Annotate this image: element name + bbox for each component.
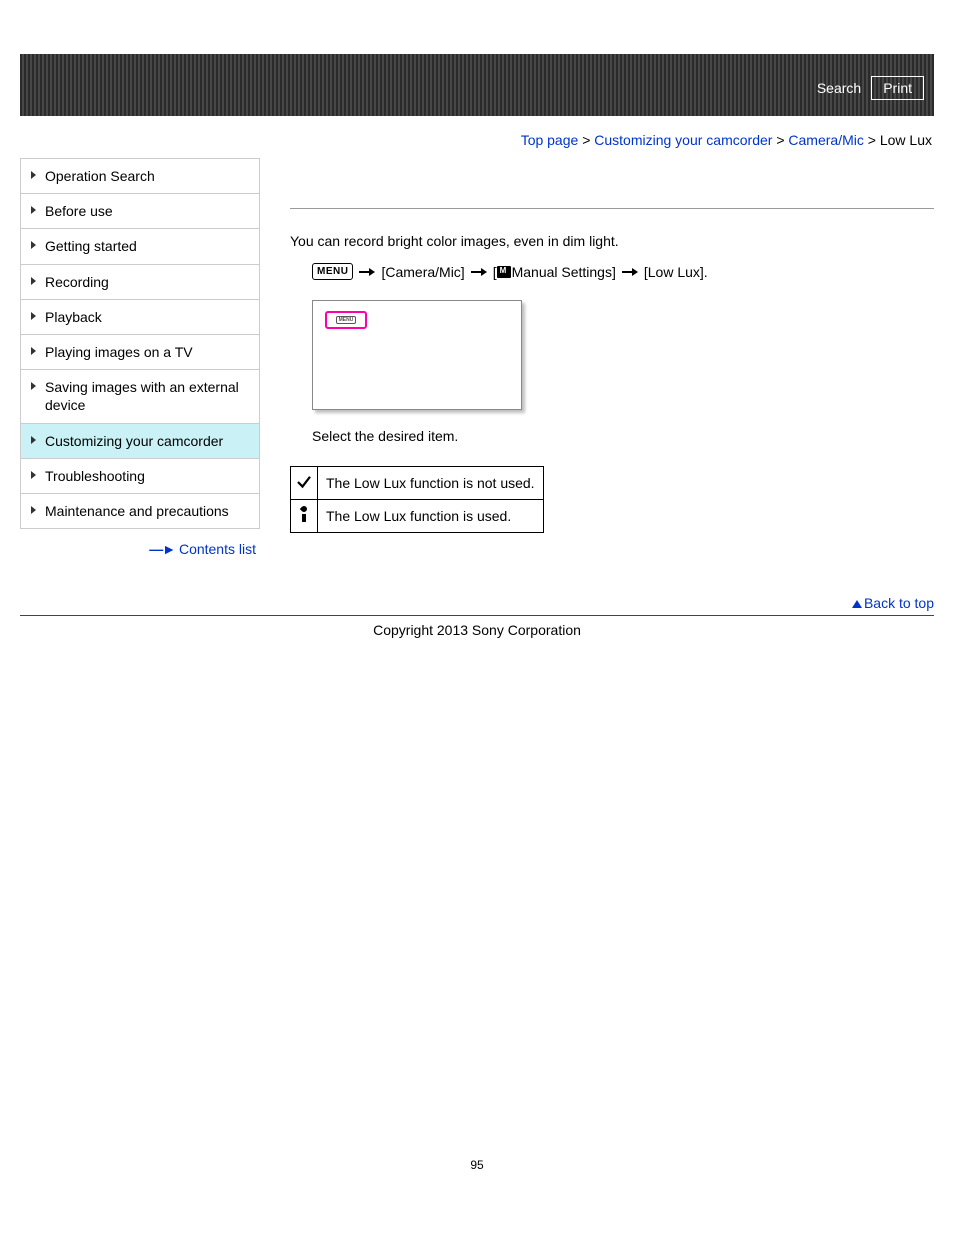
check-icon xyxy=(295,473,313,491)
page-number: 95 xyxy=(0,1158,954,1172)
sidebar-item-label: Customizing your camcorder xyxy=(45,433,223,449)
sidebar-item-label: Operation Search xyxy=(45,168,155,184)
arrow-right-icon: —► xyxy=(149,541,175,557)
highlighted-menu-icon: MENU xyxy=(325,311,367,329)
divider xyxy=(20,615,934,616)
breadcrumb-item[interactable]: Camera/Mic xyxy=(788,132,863,148)
menu-path-segment: [Low Lux]. xyxy=(644,264,708,280)
arrow-right-icon xyxy=(359,268,375,276)
sidebar-item-label: Saving images with an external device xyxy=(45,379,239,413)
menu-path-segment: [Manual Settings] xyxy=(493,264,616,280)
option-description: The Low Lux function is not used. xyxy=(318,467,544,500)
sidebar-item-playing-on-tv[interactable]: Playing images on a TV xyxy=(21,335,259,370)
option-icon-cell xyxy=(291,467,318,500)
divider xyxy=(290,208,934,209)
breadcrumb-separator: > xyxy=(776,132,788,148)
sidebar-item-customizing[interactable]: Customizing your camcorder xyxy=(21,424,259,459)
arrow-right-icon xyxy=(471,268,487,276)
contents-list-link[interactable]: Contents list xyxy=(179,541,256,557)
arrow-right-icon xyxy=(622,268,638,276)
sidebar-item-maintenance[interactable]: Maintenance and precautions xyxy=(21,494,259,529)
breadcrumb-separator: > xyxy=(868,132,880,148)
sidebar-item-label: Maintenance and precautions xyxy=(45,503,229,519)
sidebar-item-label: Before use xyxy=(45,203,113,219)
breadcrumb-separator: > xyxy=(582,132,594,148)
sidebar-item-label: Getting started xyxy=(45,238,137,254)
sidebar-item-label: Recording xyxy=(45,274,109,290)
main-content: You can record bright color images, even… xyxy=(290,158,934,533)
option-table: The Low Lux function is not used. The Lo… xyxy=(290,466,544,533)
sidebar-item-troubleshooting[interactable]: Troubleshooting xyxy=(21,459,259,494)
sidebar: Operation Search Before use Getting star… xyxy=(20,158,260,557)
search-link[interactable]: Search xyxy=(817,80,861,96)
table-row: The Low Lux function is not used. xyxy=(291,467,544,500)
menu-badge-icon: MENU xyxy=(312,263,353,280)
candle-icon xyxy=(299,508,309,522)
sidebar-item-operation-search[interactable]: Operation Search xyxy=(21,159,259,194)
sidebar-item-getting-started[interactable]: Getting started xyxy=(21,229,259,264)
table-row: The Low Lux function is used. xyxy=(291,500,544,533)
menu-path-segment: [Camera/Mic] xyxy=(381,264,464,280)
sidebar-item-recording[interactable]: Recording xyxy=(21,265,259,300)
option-icon-cell xyxy=(291,500,318,533)
sidebar-item-label: Playback xyxy=(45,309,102,325)
copyright-text: Copyright 2013 Sony Corporation xyxy=(20,622,934,638)
header-bar: Search Print xyxy=(20,54,934,116)
back-to-top-link[interactable]: Back to top xyxy=(864,595,934,611)
breadcrumb-item[interactable]: Top page xyxy=(521,132,579,148)
menu-path: MENU [Camera/Mic] [Manual Settings] [Low… xyxy=(312,263,934,280)
print-button[interactable]: Print xyxy=(871,76,924,100)
sidebar-item-playback[interactable]: Playback xyxy=(21,300,259,335)
intro-text: You can record bright color images, even… xyxy=(290,233,934,249)
step-instruction: Select the desired item. xyxy=(312,428,934,444)
sidebar-item-label: Troubleshooting xyxy=(45,468,145,484)
breadcrumb: Top page > Customizing your camcorder > … xyxy=(0,116,954,158)
breadcrumb-current: Low Lux xyxy=(880,132,932,148)
triangle-up-icon xyxy=(852,600,862,608)
breadcrumb-item[interactable]: Customizing your camcorder xyxy=(594,132,772,148)
step-screenshot: MENU xyxy=(312,300,522,410)
manual-settings-icon xyxy=(497,266,511,278)
sidebar-item-label: Playing images on a TV xyxy=(45,344,193,360)
sidebar-item-saving-external[interactable]: Saving images with an external device xyxy=(21,370,259,423)
sidebar-item-before-use[interactable]: Before use xyxy=(21,194,259,229)
option-description: The Low Lux function is used. xyxy=(318,500,544,533)
